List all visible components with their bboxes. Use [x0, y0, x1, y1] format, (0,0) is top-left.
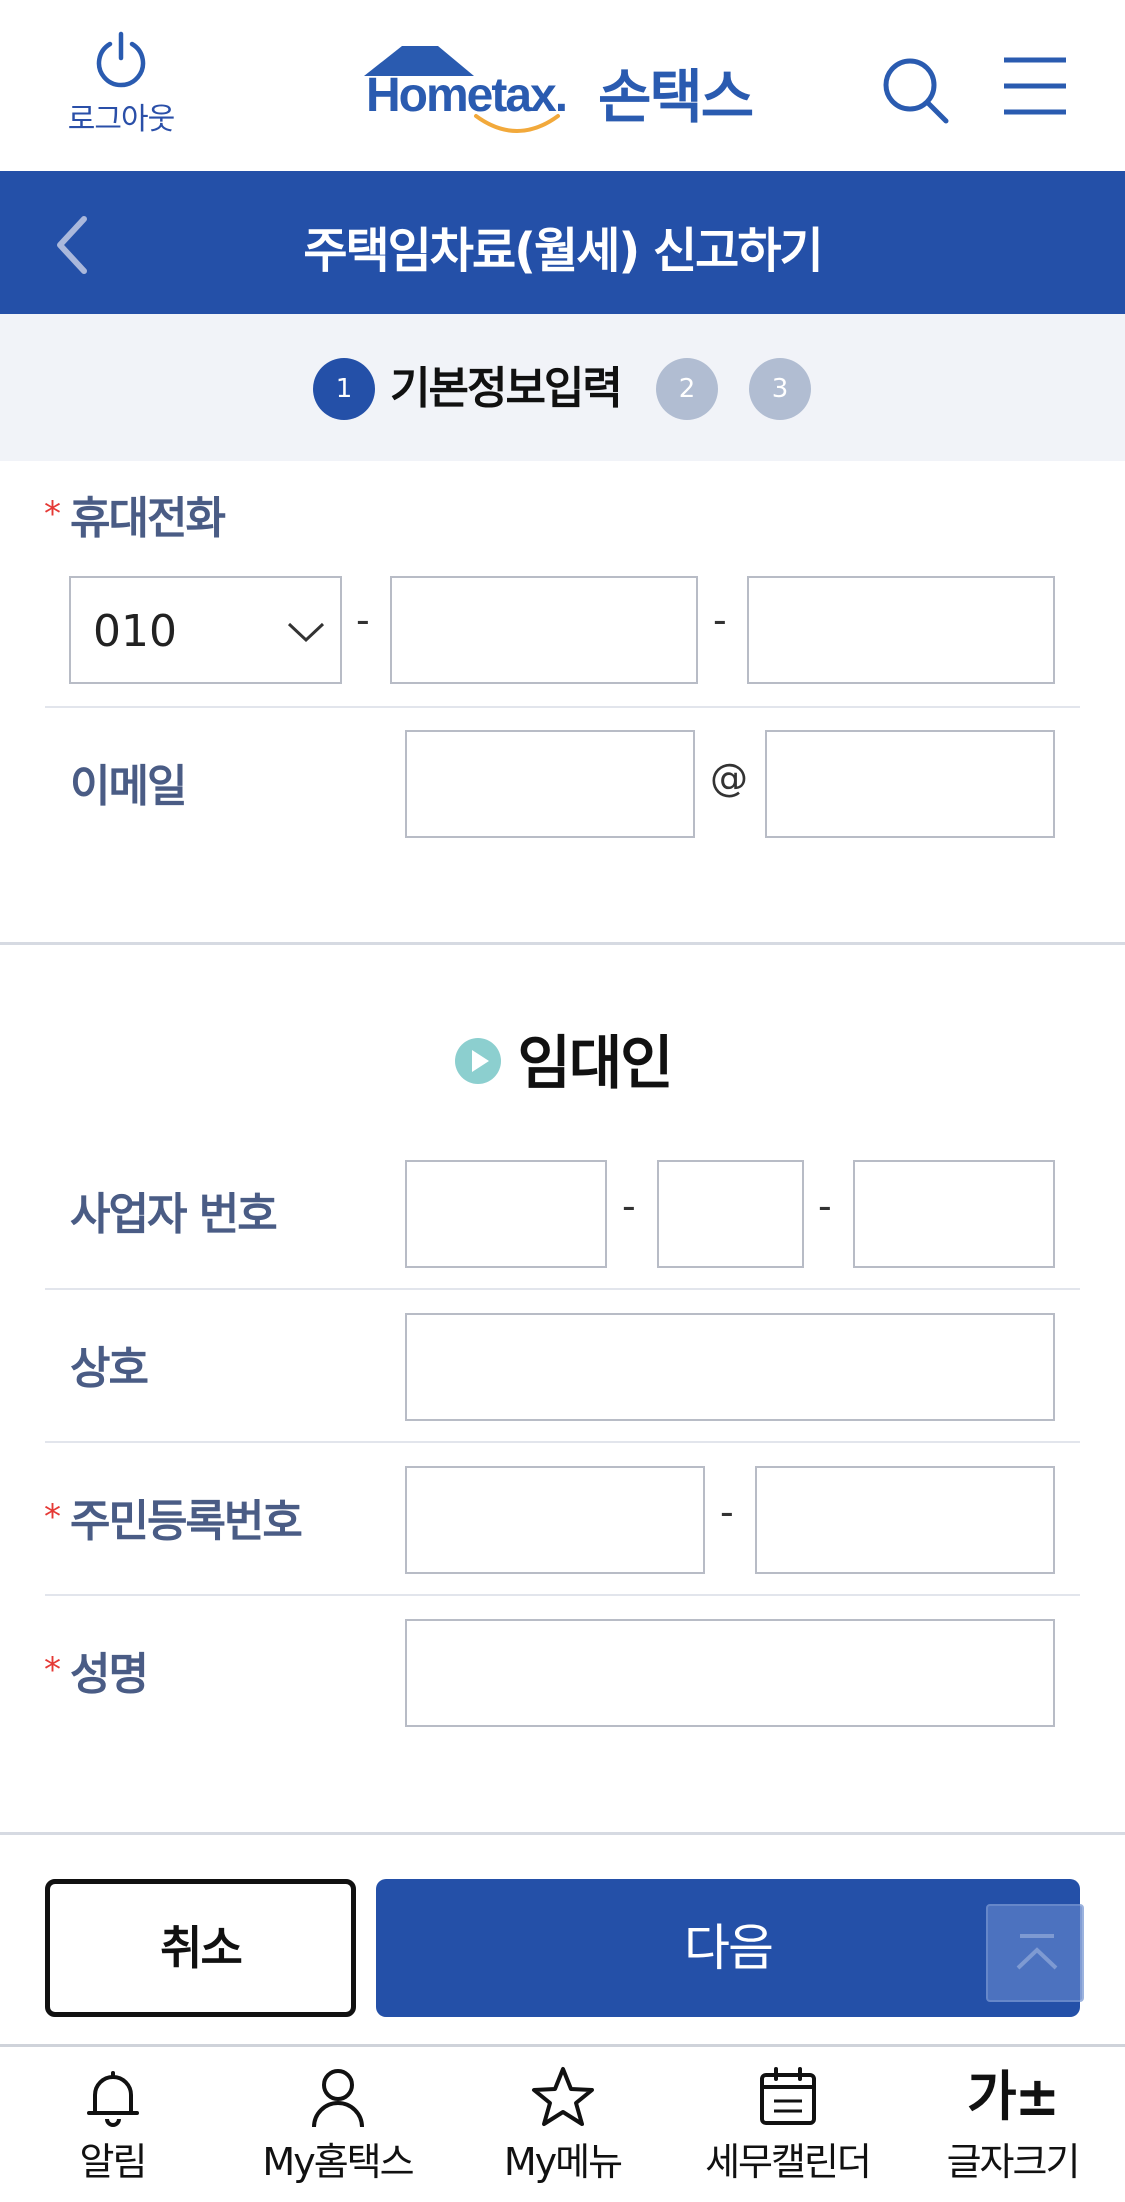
resident-number-label: 주민등록번호 — [70, 1496, 303, 1547]
page-title: 주택임차료(월세) 신고하기 — [303, 223, 823, 279]
bell-icon — [86, 2071, 139, 2127]
bottom-navigation: 알림 My홈택스 My메뉴 세무캘린더 가± 글자크기 — [0, 2044, 1125, 2202]
email-domain-input[interactable] — [765, 730, 1055, 838]
email-label: 이메일 — [70, 761, 187, 812]
search-icon — [883, 58, 949, 124]
phone-separator: - — [713, 598, 727, 642]
email-id-input[interactable] — [405, 730, 695, 838]
logo-korean-text: 손택스 — [598, 63, 754, 131]
logout-label: 로그아웃 — [67, 102, 175, 137]
nav-item-tax-calendar[interactable]: 세무캘린더 — [675, 2065, 900, 2186]
business-number-part2-input[interactable] — [657, 1160, 804, 1268]
step-1-circle: 1 — [313, 358, 375, 420]
nav-item-notifications[interactable]: 알림 — [0, 2065, 225, 2186]
phone-middle-input[interactable] — [390, 576, 698, 684]
phone-label: 휴대전화 — [70, 493, 226, 544]
step-indicator: 1 기본정보입력 2 3 — [0, 314, 1125, 461]
nav-label: My홈택스 — [262, 2140, 414, 2184]
resident-number-back-input[interactable] — [755, 1466, 1055, 1574]
business-number-part1-input[interactable] — [405, 1160, 607, 1268]
email-at-sign: @ — [710, 756, 748, 800]
row-divider — [45, 1441, 1080, 1443]
business-number-separator: - — [622, 1184, 636, 1228]
step-3-circle: 3 — [749, 358, 811, 420]
font-size-icon: 가± — [967, 2065, 1060, 2128]
company-name-input[interactable] — [405, 1313, 1055, 1421]
required-mark: * — [44, 1650, 61, 1690]
phone-prefix-select[interactable]: 010 — [69, 576, 342, 684]
scroll-to-top-button[interactable] — [986, 1904, 1084, 2002]
row-divider — [45, 1288, 1080, 1290]
section-divider — [0, 942, 1125, 945]
row-divider — [45, 706, 1080, 708]
nav-item-font-size[interactable]: 가± 글자크기 — [900, 2065, 1125, 2186]
row-divider — [45, 1594, 1080, 1596]
star-icon — [531, 2067, 594, 2126]
resident-number-front-input[interactable] — [405, 1466, 705, 1574]
top-header: 로그아웃 Hometax. 손택스 — [0, 0, 1125, 171]
step-2-circle: 2 — [656, 358, 718, 420]
nav-label: My메뉴 — [503, 2140, 623, 2184]
menu-button[interactable] — [1002, 55, 1068, 121]
required-mark: * — [44, 1497, 61, 1537]
hometax-logo[interactable]: Hometax. 손택스 — [362, 42, 772, 142]
resident-number-separator: - — [720, 1490, 734, 1534]
nav-label: 알림 — [79, 2140, 148, 2184]
business-number-separator: - — [818, 1184, 832, 1228]
name-input[interactable] — [405, 1619, 1055, 1727]
page-title-bar: 주택임차료(월세) 신고하기 — [0, 171, 1125, 314]
person-icon — [311, 2069, 364, 2128]
phone-last-input[interactable] — [747, 576, 1055, 684]
search-button[interactable] — [880, 55, 952, 131]
nav-label: 세무캘린더 — [705, 2140, 872, 2184]
name-label: 성명 — [70, 1649, 149, 1700]
hamburger-menu-icon — [1004, 57, 1066, 115]
chevron-down-icon — [287, 622, 325, 643]
nav-label: 글자크기 — [946, 2140, 1081, 2184]
section-divider — [0, 1832, 1125, 1835]
play-circle-icon — [455, 1037, 502, 1084]
landlord-section-label: 임대인 — [517, 1029, 673, 1097]
nav-item-my-hometax[interactable]: My홈택스 — [225, 2065, 450, 2186]
logo-smile-icon — [474, 114, 560, 133]
company-name-label: 상호 — [70, 1343, 149, 1394]
phone-prefix-value: 010 — [93, 606, 177, 657]
calendar-icon — [759, 2067, 816, 2125]
cancel-button[interactable]: 취소 — [45, 1879, 356, 2017]
power-icon — [96, 31, 146, 88]
phone-separator: - — [356, 598, 370, 642]
chevron-up-icon — [1016, 1934, 1058, 1970]
landlord-section-title: 임대인 — [0, 1016, 1125, 1100]
next-button[interactable]: 다음 — [376, 1879, 1080, 2017]
business-number-label: 사업자 번호 — [70, 1189, 278, 1240]
step-1-label: 기본정보입력 — [390, 363, 623, 414]
required-mark: * — [44, 494, 61, 534]
nav-item-my-menu[interactable]: My메뉴 — [450, 2065, 675, 2186]
logout-button[interactable]: 로그아웃 — [56, 30, 186, 138]
business-number-part3-input[interactable] — [853, 1160, 1055, 1268]
